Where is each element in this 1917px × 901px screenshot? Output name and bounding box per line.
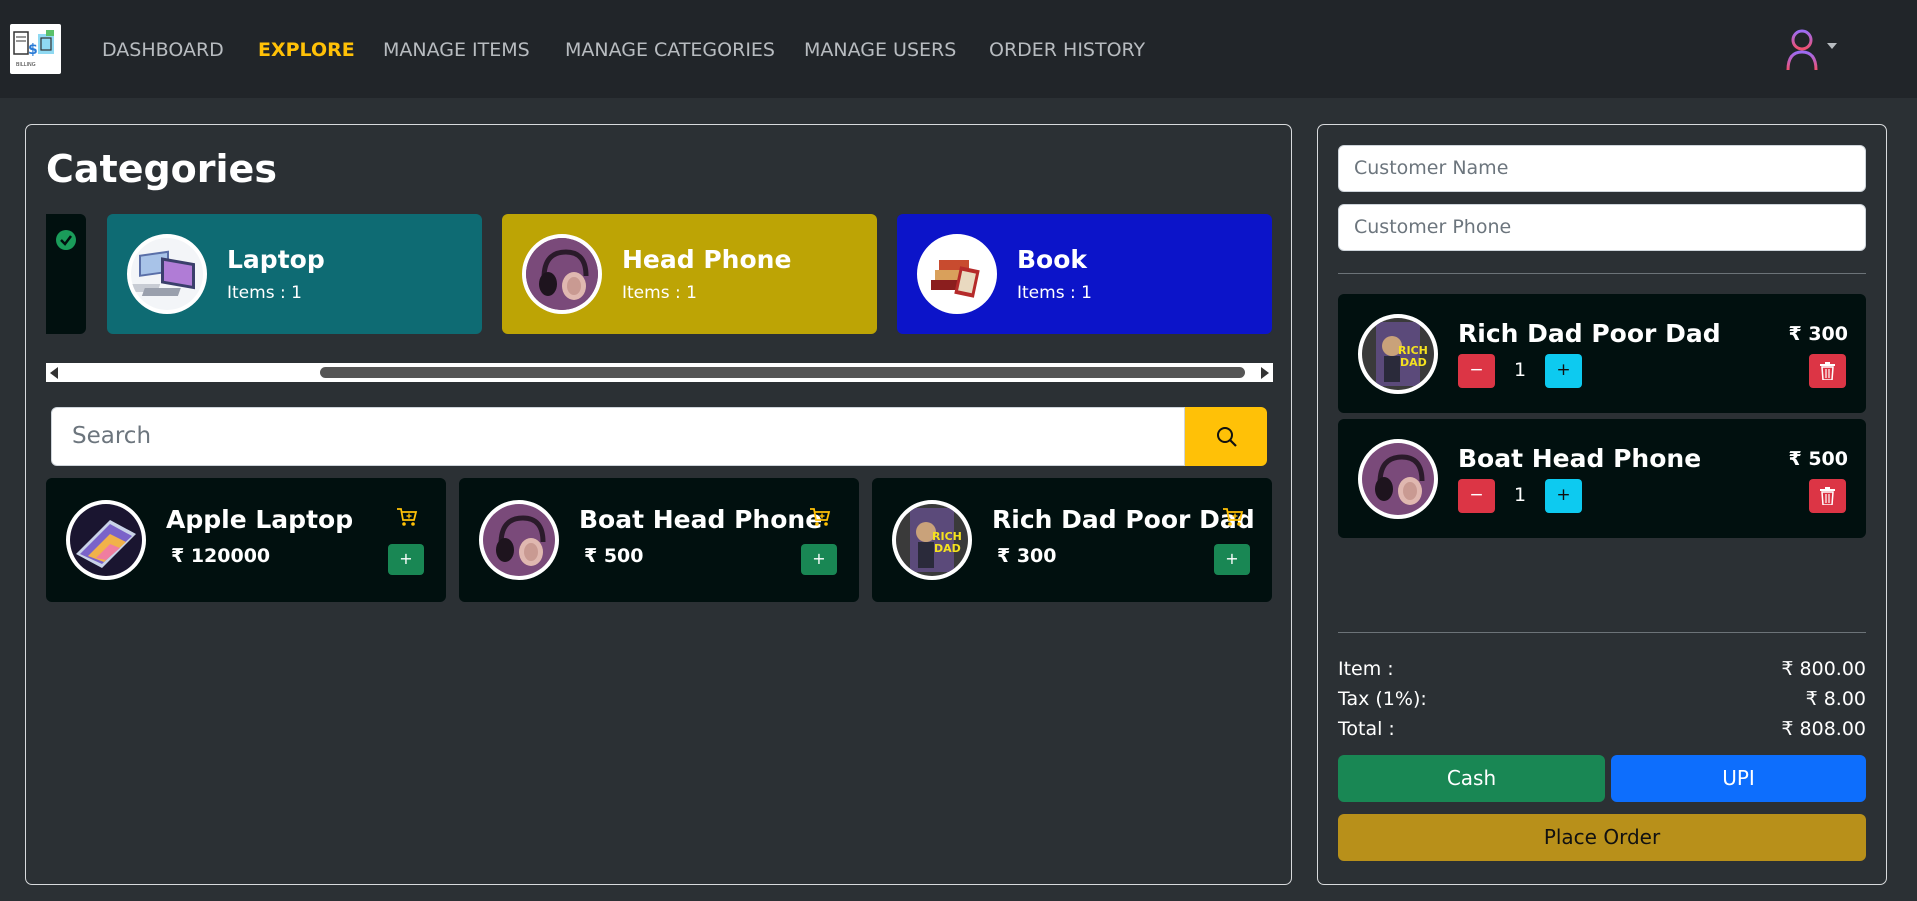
category-card-laptop[interactable]: Laptop Items : 1 xyxy=(107,214,482,334)
increase-qty-button[interactable]: + xyxy=(1545,354,1582,388)
nav-explore[interactable]: EXPLORE xyxy=(258,38,355,62)
cart-item-boat-head-phone: Boat Head Phone ₹ 500 − 1 + xyxy=(1338,419,1866,538)
item-price: ₹ 300 xyxy=(997,545,1057,567)
item-card-apple-laptop[interactable]: Apple Laptop ₹ 120000 + xyxy=(46,478,446,602)
cash-button[interactable]: Cash xyxy=(1338,755,1605,802)
trash-icon xyxy=(1820,362,1835,380)
explore-panel: Categories Laptop Items : 1 Head Phone I… xyxy=(25,124,1292,885)
cart-icon xyxy=(810,508,831,526)
summary-tax-value: ₹ 8.00 xyxy=(1805,688,1866,710)
category-name: Laptop xyxy=(227,245,325,274)
category-count: Items : 1 xyxy=(227,283,302,303)
remove-item-button[interactable] xyxy=(1809,354,1846,388)
user-icon xyxy=(1786,29,1837,71)
summary-total-label: Total : xyxy=(1338,718,1395,740)
summary-tax-label: Tax (1%): xyxy=(1338,688,1427,710)
cart-item-qty: 1 xyxy=(1513,359,1527,381)
navbar: $ BILLING DASHBOARD EXPLORE MANAGE ITEMS… xyxy=(0,0,1917,98)
decrease-qty-button[interactable]: − xyxy=(1458,354,1495,388)
category-count: Items : 1 xyxy=(1017,283,1092,303)
cart-item-name: Boat Head Phone xyxy=(1458,444,1702,473)
summary-item-label: Item : xyxy=(1338,658,1394,680)
item-name: Boat Head Phone xyxy=(579,505,823,534)
nav-dashboard[interactable]: DASHBOARD xyxy=(102,38,224,62)
summary-item-value: ₹ 800.00 xyxy=(1781,658,1866,680)
nav-manage-items[interactable]: MANAGE ITEMS xyxy=(383,38,530,62)
headphone-image xyxy=(1358,439,1438,519)
scroll-left-arrow-icon[interactable] xyxy=(50,367,58,379)
laptop-image xyxy=(127,234,207,314)
category-card-head-phone[interactable]: Head Phone Items : 1 xyxy=(502,214,877,334)
user-menu-dropdown[interactable] xyxy=(1782,26,1842,74)
item-card-boat-head-phone[interactable]: Boat Head Phone ₹ 500 + xyxy=(459,478,859,602)
cart-icon xyxy=(397,508,418,526)
cart-icon xyxy=(1223,508,1244,526)
category-card-book[interactable]: Book Items : 1 xyxy=(897,214,1272,334)
cart-item-price: ₹ 300 xyxy=(1788,323,1849,345)
cart-item-qty: 1 xyxy=(1513,484,1527,506)
scroll-right-arrow-icon[interactable] xyxy=(1261,367,1269,379)
svg-text:DAD: DAD xyxy=(934,542,961,555)
app-logo[interactable]: $ BILLING xyxy=(10,24,61,74)
svg-text:DAD: DAD xyxy=(1400,356,1427,369)
nav-manage-categories[interactable]: MANAGE CATEGORIES xyxy=(565,38,775,62)
add-to-cart-button[interactable]: + xyxy=(801,544,837,575)
scrollbar-thumb[interactable] xyxy=(320,367,1245,378)
search-icon xyxy=(1217,427,1237,447)
search-button[interactable] xyxy=(1185,407,1267,466)
summary-tax-row: Tax (1%): ₹ 8.00 xyxy=(1338,687,1866,711)
headphone-image xyxy=(522,234,602,314)
summary-item-row: Item : ₹ 800.00 xyxy=(1338,657,1866,681)
summary-total-value: ₹ 808.00 xyxy=(1781,718,1866,740)
summary-total-row: Total : ₹ 808.00 xyxy=(1338,717,1866,741)
item-name: Apple Laptop xyxy=(166,505,354,534)
place-order-button[interactable]: Place Order xyxy=(1338,814,1866,861)
nav-manage-users[interactable]: MANAGE USERS xyxy=(804,38,956,62)
add-to-cart-button[interactable]: + xyxy=(1214,544,1250,575)
trash-icon xyxy=(1820,487,1835,505)
check-circle-icon xyxy=(56,230,76,250)
item-price: ₹ 500 xyxy=(584,545,644,567)
divider xyxy=(1338,273,1866,274)
divider xyxy=(1338,632,1866,633)
book-cover-image: RICH DAD xyxy=(892,500,972,580)
decrease-qty-button[interactable]: − xyxy=(1458,479,1495,513)
book-image xyxy=(917,234,997,314)
item-name: Rich Dad Poor Dad xyxy=(992,505,1255,534)
upi-button[interactable]: UPI xyxy=(1611,755,1866,802)
cart-panel: Customer Name Customer Phone RICH DAD Ri… xyxy=(1317,124,1887,885)
svg-text:BILLING: BILLING xyxy=(16,62,36,68)
category-count: Items : 1 xyxy=(622,283,697,303)
headphone-image xyxy=(479,500,559,580)
remove-item-button[interactable] xyxy=(1809,479,1846,513)
search-input[interactable]: Search xyxy=(51,407,1185,466)
cart-item-price: ₹ 500 xyxy=(1788,448,1849,470)
category-scrollbar[interactable] xyxy=(46,363,1273,382)
category-name: Book xyxy=(1017,245,1088,274)
category-card-all[interactable] xyxy=(46,214,86,334)
book-cover-image: RICH DAD xyxy=(1358,314,1438,394)
svg-text:$: $ xyxy=(28,42,38,58)
customer-name-input[interactable]: Customer Name xyxy=(1338,145,1866,192)
cart-item-name: Rich Dad Poor Dad xyxy=(1458,319,1721,348)
category-name: Head Phone xyxy=(622,245,792,274)
item-price: ₹ 120000 xyxy=(171,545,271,567)
item-card-rich-dad-poor-dad[interactable]: RICH DAD Rich Dad Poor Dad ₹ 300 + xyxy=(872,478,1272,602)
laptop-image xyxy=(66,500,146,580)
categories-title: Categories xyxy=(46,147,277,191)
add-to-cart-button[interactable]: + xyxy=(388,544,424,575)
nav-order-history[interactable]: ORDER HISTORY xyxy=(989,38,1145,62)
customer-phone-input[interactable]: Customer Phone xyxy=(1338,204,1866,251)
increase-qty-button[interactable]: + xyxy=(1545,479,1582,513)
cart-item-rich-dad-poor-dad: RICH DAD Rich Dad Poor Dad ₹ 300 − 1 + xyxy=(1338,294,1866,413)
